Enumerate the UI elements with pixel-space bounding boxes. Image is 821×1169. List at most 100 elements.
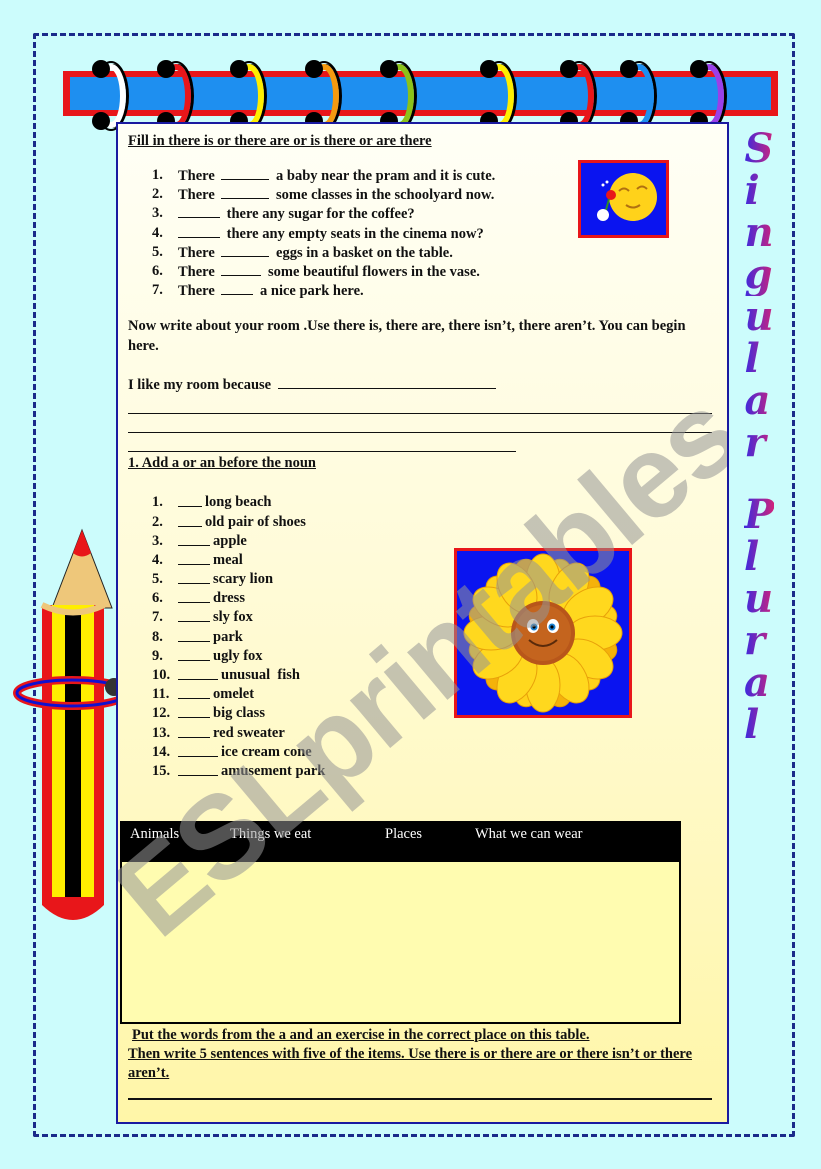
item-number: 1. [152, 167, 163, 183]
item-number: 1. [152, 494, 163, 511]
article-item: 2. old pair of shoes [152, 513, 718, 532]
side-title-letter: i [744, 170, 773, 212]
article-item: 9. ugly fox [152, 647, 718, 666]
item-number: 8. [152, 628, 163, 645]
section3-heading: 1. Add a or an before the noun [128, 455, 316, 472]
side-title-letter: l [744, 536, 774, 578]
noun-text: omelet [213, 686, 255, 703]
answer-blank[interactable] [178, 762, 218, 776]
fill-in-item: 6. There some beautiful flowers in the va… [152, 262, 718, 281]
item-number: 11. [152, 686, 170, 703]
article-item: 15. amusement park [152, 762, 718, 781]
noun-text: amusement park [221, 762, 326, 779]
answer-blank[interactable] [178, 204, 220, 219]
side-title-letter: g [744, 251, 773, 298]
article-item: 1. long beach [152, 493, 718, 512]
noun-text: big class [213, 705, 265, 722]
answer-blank[interactable] [178, 513, 202, 527]
answer-blank[interactable] [221, 281, 254, 296]
writing-line-1[interactable] [128, 395, 712, 415]
category-table-header: Animals Things we eat Places What we can… [122, 823, 679, 862]
side-title-word-plural: Plural [744, 494, 774, 746]
answer-blank[interactable] [178, 704, 210, 719]
side-title-letter: l [744, 338, 773, 380]
article-item: 8. park [152, 628, 718, 647]
article-item: 12. big class [152, 704, 718, 723]
item-number: 14. [152, 743, 171, 760]
room-writing-instruction: Now write about your room .Use there is,… [128, 318, 686, 355]
writing-line-2[interactable] [128, 414, 712, 434]
noun-text: meal [213, 551, 243, 568]
article-item: 13. red sweater [152, 724, 718, 743]
answer-blank[interactable] [178, 493, 202, 508]
answer-blank[interactable] [178, 532, 210, 546]
answer-blank[interactable] [178, 608, 210, 623]
article-item: 3. apple [152, 532, 718, 551]
answer-blank[interactable] [178, 743, 218, 757]
answer-blank[interactable] [178, 647, 210, 661]
side-title-letter: u [743, 575, 774, 622]
item-text: There a nice park here. [178, 281, 364, 300]
article-item: 10. unusual fish [152, 666, 718, 685]
answer-blank[interactable] [221, 166, 270, 180]
answer-blank[interactable] [178, 724, 210, 738]
answer-blank[interactable] [221, 243, 270, 257]
writing-line-3[interactable] [128, 433, 516, 453]
answer-blank[interactable] [178, 589, 210, 604]
answer-blank[interactable] [178, 685, 210, 700]
side-title-letter: a [744, 662, 774, 704]
side-title-letter: u [744, 293, 774, 340]
final-instruction-line2: Then write 5 sentences with five of the … [128, 1046, 693, 1081]
noun-text: red sweater [213, 724, 285, 741]
noun-text: scary lion [213, 571, 274, 588]
articles-exercise-list: 1. long beach 2. old pair of shoes 3. apple 4.… [152, 493, 718, 781]
article-item: 14. ice cream cone [152, 743, 718, 762]
column-header-animals: Animals [130, 826, 180, 842]
side-title-letter: r [744, 620, 774, 662]
item-text: There some beautiful flowers in the vase… [178, 262, 480, 280]
item-text: There some classes in the schoolyard now… [178, 185, 495, 204]
noun-text: dress [213, 590, 245, 607]
item-number: 5. [152, 571, 163, 588]
side-title-letter: r [744, 422, 773, 464]
column-header-what-we-can-wear: What we can wear [475, 826, 583, 842]
fill-in-item: 5. There eggs in a basket on the table. [152, 243, 718, 262]
item-number: 7. [152, 609, 163, 626]
item-number: 2. [152, 513, 163, 530]
answer-blank[interactable] [178, 666, 218, 680]
item-number: 6. [152, 590, 163, 607]
kissing-smiley-image [578, 160, 669, 238]
answer-blank[interactable] [178, 628, 210, 642]
article-item: 7. sly fox [152, 608, 718, 627]
item-number: 12. [152, 705, 171, 722]
sunflower-image [454, 548, 632, 718]
category-table-body[interactable] [122, 862, 679, 1020]
fill-in-item: 7. There a nice park here. [152, 281, 718, 300]
answer-blank[interactable] [221, 262, 262, 276]
side-title-letter: l [744, 704, 774, 746]
noun-text: sly fox [213, 609, 253, 626]
answer-blank[interactable] [221, 185, 270, 200]
answer-blank[interactable] [178, 224, 220, 238]
item-number: 3. [152, 532, 163, 549]
room-prompt-line: I like my room because [128, 375, 718, 395]
item-text: there any sugar for the coffee? [178, 204, 415, 223]
article-item: 11. omelet [152, 685, 718, 704]
item-text: There a baby near the pram and it is cut… [178, 166, 496, 184]
noun-text: long beach [205, 494, 272, 511]
side-title-singular-plural: Singular Plural [735, 128, 783, 808]
side-title-letter: a [744, 380, 773, 422]
column-header-places: Places [385, 826, 423, 842]
final-instructions: Put the words from the a and an exercise… [128, 1026, 723, 1083]
article-item: 5. scary lion [152, 570, 718, 589]
side-title-word-singular: Singular [744, 128, 773, 464]
item-text: There eggs in a basket on the table. [178, 243, 453, 261]
final-writing-line[interactable] [128, 1098, 712, 1100]
noun-text: old pair of shoes [205, 513, 306, 530]
room-answer-blank[interactable] [277, 375, 496, 390]
item-number: 15. [152, 762, 171, 779]
answer-blank[interactable] [178, 551, 210, 565]
item-number: 2. [152, 186, 163, 203]
answer-blank[interactable] [178, 570, 210, 585]
item-number: 5. [152, 243, 163, 260]
